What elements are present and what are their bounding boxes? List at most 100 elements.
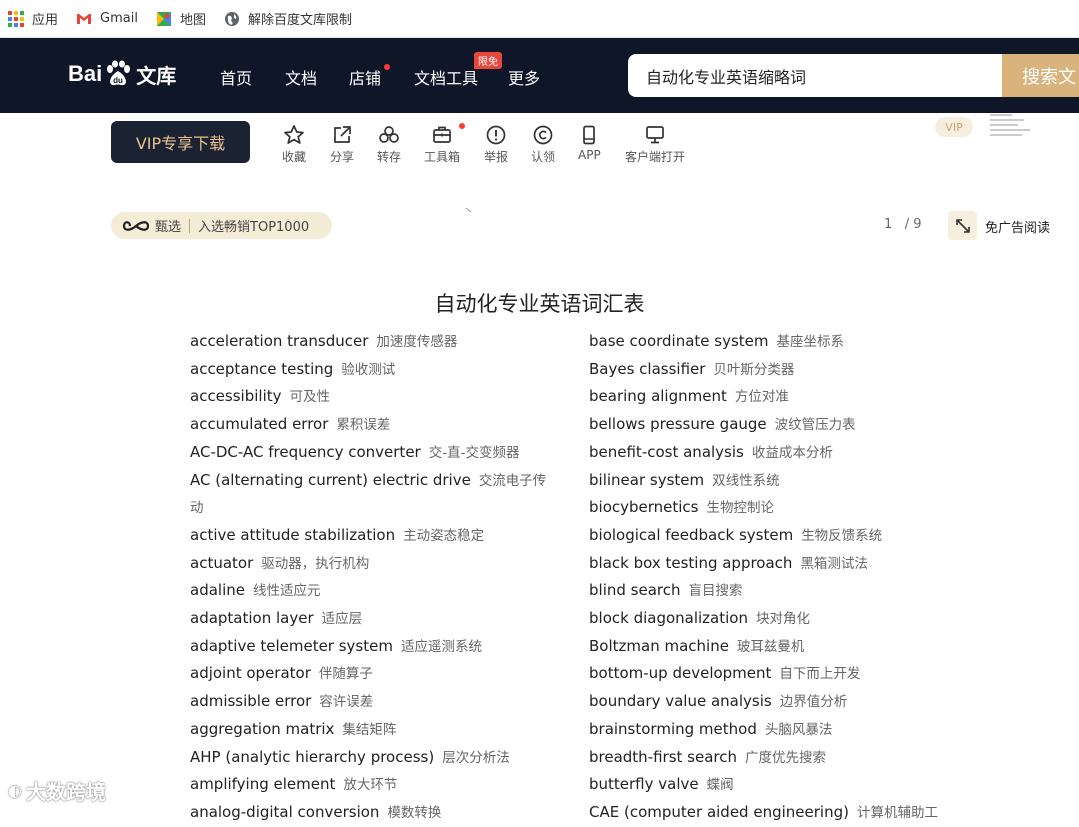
- tool-label: 分享: [330, 150, 355, 164]
- glossary-entry: accumulated error 累积误差: [190, 411, 570, 439]
- glossary-entry: brainstorming method 头脑风暴法: [589, 716, 969, 744]
- expand-button[interactable]: [948, 211, 977, 240]
- tool-label: 转存: [377, 150, 402, 164]
- open-in-client-button[interactable]: 客户端打开: [625, 124, 685, 165]
- infinity-icon: [123, 220, 149, 231]
- page-current: 1: [884, 217, 893, 232]
- notification-dot: [459, 123, 465, 129]
- page-total: / 9: [904, 217, 922, 232]
- baidu-wenku-logo[interactable]: Bai du 文库: [68, 51, 176, 97]
- search-button[interactable]: 搜索文: [1002, 54, 1079, 97]
- term-chinese: 自下而上开发: [779, 666, 861, 683]
- glossary-entry: bellows pressure gauge 波纹管压力表: [589, 411, 969, 439]
- glossary-entry: adaptation layer 适应层: [190, 605, 570, 633]
- apps-grid-icon: [8, 10, 24, 27]
- save-cloud-icon: [379, 126, 399, 143]
- glossary-entry: block diagonalization 块对角化: [589, 605, 969, 633]
- term-english: brainstorming method: [589, 719, 757, 738]
- tool-label: 收藏: [282, 150, 307, 164]
- monitor-icon: [646, 126, 664, 144]
- vip-badge[interactable]: VIP: [935, 117, 973, 137]
- term-chinese: 块对角化: [755, 611, 810, 628]
- logo-text: Bai: [68, 61, 103, 86]
- nav-store[interactable]: 店铺: [349, 65, 381, 89]
- page-indicator: 1 / 9: [884, 217, 921, 232]
- term-english: adaptive telemeter system: [190, 636, 393, 655]
- nav-home[interactable]: 首页: [220, 65, 252, 89]
- report-button[interactable]: 举报: [484, 124, 508, 165]
- nav-more[interactable]: 更多: [508, 65, 540, 89]
- bookmark-unlock-baidu[interactable]: 解除百度文库限制: [224, 9, 352, 28]
- transfer-save-button[interactable]: 转存: [377, 124, 401, 165]
- share-button[interactable]: 分享: [330, 124, 354, 165]
- term-chinese: 生物反馈系统: [801, 527, 883, 544]
- glossary-entry: black box testing approach 黑箱测试法: [589, 550, 969, 578]
- term-chinese: 适应层: [321, 611, 363, 628]
- divider: [189, 218, 191, 233]
- bookmark-maps[interactable]: 地图: [156, 9, 206, 28]
- vip-download-button[interactable]: VIP专享下载: [111, 121, 250, 163]
- term-english: block diagonalization: [589, 609, 748, 628]
- nav-doc-tools[interactable]: 文档工具: [414, 65, 478, 89]
- term-english: benefit-cost analysis: [589, 442, 744, 461]
- gmail-icon: [76, 11, 92, 27]
- tiny-text-block: [990, 114, 1030, 139]
- term-english: accessibility: [190, 387, 282, 406]
- glossary-entry: analog-digital conversion 模数转换: [190, 799, 570, 827]
- bookmark-apps[interactable]: 应用: [8, 9, 58, 28]
- select-tag[interactable]: 甄选 入选畅销TOP1000: [111, 212, 332, 239]
- bookmarks-bar: 应用 Gmail 地图 解除百度文库限制: [0, 0, 1079, 38]
- select-rank: 入选畅销TOP1000: [198, 220, 310, 235]
- glossary-entry: breadth-first search 广度优先搜索: [589, 744, 969, 772]
- term-chinese: 基座坐标系: [776, 334, 845, 350]
- ad-free-reading-link[interactable]: 免广告阅读: [985, 217, 1050, 236]
- term-chinese: 容许误差: [319, 694, 374, 711]
- glossary-entry: butterfly valve 蝶阀: [589, 771, 969, 799]
- app-button[interactable]: APP: [578, 124, 601, 162]
- claim-button[interactable]: 认领: [531, 124, 555, 165]
- glossary-entry: bearing alignment 方位对准: [589, 383, 969, 411]
- logo-du: du: [113, 76, 123, 85]
- glossary-entry: Boltzman machine 玻耳兹曼机: [589, 633, 969, 661]
- term-chinese: 驱动器，执行机构: [261, 555, 370, 572]
- paw-icon: du: [107, 60, 131, 86]
- term-english: adaptation layer: [190, 609, 314, 628]
- cursor-icon: [466, 208, 471, 213]
- term-chinese: 主动姿态稳定: [403, 527, 485, 544]
- toolbox-button[interactable]: 工具箱: [424, 124, 460, 165]
- document-title: 自动化专业英语词汇表: [434, 292, 645, 316]
- term-english: admissible error: [190, 692, 312, 711]
- expand-icon: [955, 218, 970, 233]
- glossary-entry: bottom-up development 自下而上开发: [589, 660, 969, 688]
- term-chinese: 波纹管压力表: [774, 417, 856, 434]
- nav-docs[interactable]: 文档: [285, 65, 317, 89]
- limited-free-badge: 限免: [474, 52, 502, 69]
- glossary-left-column: acceleration transducer 加速度传感器 acceptance …: [190, 328, 570, 827]
- term-chinese: 累积误差: [336, 417, 391, 434]
- term-chinese: 交-直-交变频器: [428, 444, 520, 461]
- bookmark-label: 地图: [179, 13, 206, 28]
- glossary-entry: amplifying element 放大环节: [190, 771, 570, 799]
- term-english: Boltzman machine: [589, 636, 729, 655]
- favorite-button[interactable]: 收藏: [282, 124, 306, 165]
- share-icon: [334, 126, 351, 143]
- term-chinese: 黑箱测试法: [800, 555, 868, 572]
- term-chinese: 生物控制论: [706, 500, 775, 517]
- term-english: Bayes classifier: [589, 359, 706, 378]
- term-english: AHP (analytic hierarchy process): [190, 747, 435, 766]
- tool-label: APP: [578, 148, 601, 162]
- search-input[interactable]: 自动化专业英语缩略词: [628, 54, 1008, 97]
- glossary-entry: AHP (analytic hierarchy process) 层次分析法: [190, 744, 570, 772]
- term-english: actuator: [190, 553, 254, 572]
- glossary-entry: biocybernetics 生物控制论: [589, 494, 969, 522]
- glossary-entry: AC-DC-AC frequency converter 交-直-交变频器: [190, 439, 570, 467]
- term-chinese: 贝叶斯分类器: [713, 361, 795, 378]
- bookmark-gmail[interactable]: Gmail: [76, 11, 138, 27]
- term-english: butterfly valve: [589, 775, 699, 794]
- glossary-entry: bilinear system 双线性系统: [589, 467, 969, 495]
- term-chinese: 模数转换: [387, 804, 442, 821]
- glossary-entry: adaline 线性适应元: [190, 577, 570, 605]
- glossary-entry: 动: [190, 494, 570, 522]
- globe-icon: [224, 11, 240, 27]
- term-chinese: 蝶阀: [706, 777, 734, 794]
